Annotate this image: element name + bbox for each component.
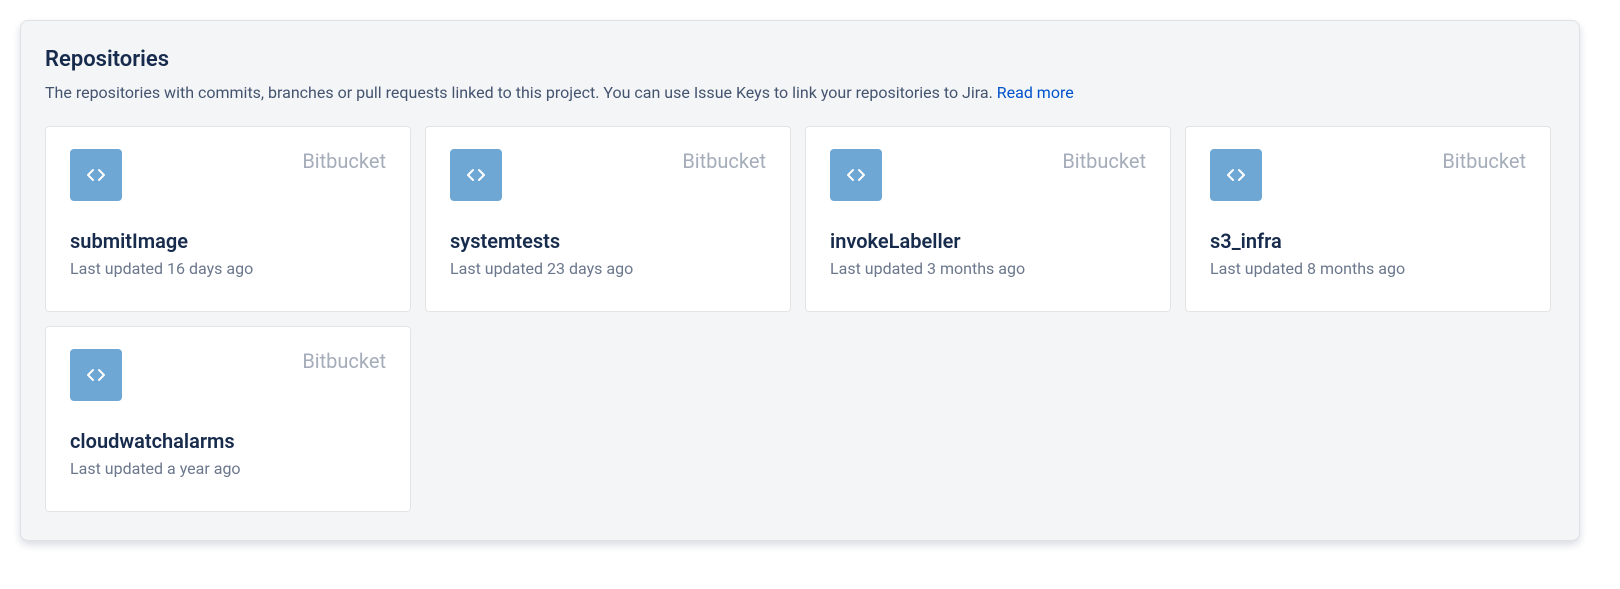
repo-card-header: Bitbucket xyxy=(450,149,766,201)
repo-card[interactable]: Bitbucket invokeLabeller Last updated 3 … xyxy=(805,126,1171,312)
repo-card-header: Bitbucket xyxy=(1210,149,1526,201)
panel-description: The repositories with commits, branches … xyxy=(45,82,1555,104)
repo-provider: Bitbucket xyxy=(1442,151,1526,171)
repo-card-header: Bitbucket xyxy=(70,149,386,201)
repo-card[interactable]: Bitbucket s3_infra Last updated 8 months… xyxy=(1185,126,1551,312)
panel-title: Repositories xyxy=(45,47,1555,72)
repo-name: submitImage xyxy=(70,229,386,253)
repo-updated: Last updated 23 days ago xyxy=(450,259,766,278)
repo-updated: Last updated 8 months ago xyxy=(1210,259,1526,278)
repo-name: s3_infra xyxy=(1210,229,1526,253)
repo-provider: Bitbucket xyxy=(1062,151,1146,171)
repo-provider: Bitbucket xyxy=(302,151,386,171)
code-icon xyxy=(450,149,502,201)
repo-name: systemtests xyxy=(450,229,766,253)
repo-card-grid: Bitbucket submitImage Last updated 16 da… xyxy=(45,126,1555,512)
repo-name: cloudwatchalarms xyxy=(70,429,386,453)
repo-name: invokeLabeller xyxy=(830,229,1146,253)
repositories-panel: Repositories The repositories with commi… xyxy=(20,20,1580,541)
repo-provider: Bitbucket xyxy=(682,151,766,171)
repo-updated: Last updated 16 days ago xyxy=(70,259,386,278)
repo-provider: Bitbucket xyxy=(302,351,386,371)
repo-card-header: Bitbucket xyxy=(70,349,386,401)
repo-card[interactable]: Bitbucket submitImage Last updated 16 da… xyxy=(45,126,411,312)
repo-card[interactable]: Bitbucket systemtests Last updated 23 da… xyxy=(425,126,791,312)
repo-card-header: Bitbucket xyxy=(830,149,1146,201)
repo-card[interactable]: Bitbucket cloudwatchalarms Last updated … xyxy=(45,326,411,512)
repo-updated: Last updated a year ago xyxy=(70,459,386,478)
repo-updated: Last updated 3 months ago xyxy=(830,259,1146,278)
code-icon xyxy=(830,149,882,201)
code-icon xyxy=(70,349,122,401)
code-icon xyxy=(1210,149,1262,201)
code-icon xyxy=(70,149,122,201)
panel-description-text: The repositories with commits, branches … xyxy=(45,83,997,102)
read-more-link[interactable]: Read more xyxy=(997,83,1074,102)
